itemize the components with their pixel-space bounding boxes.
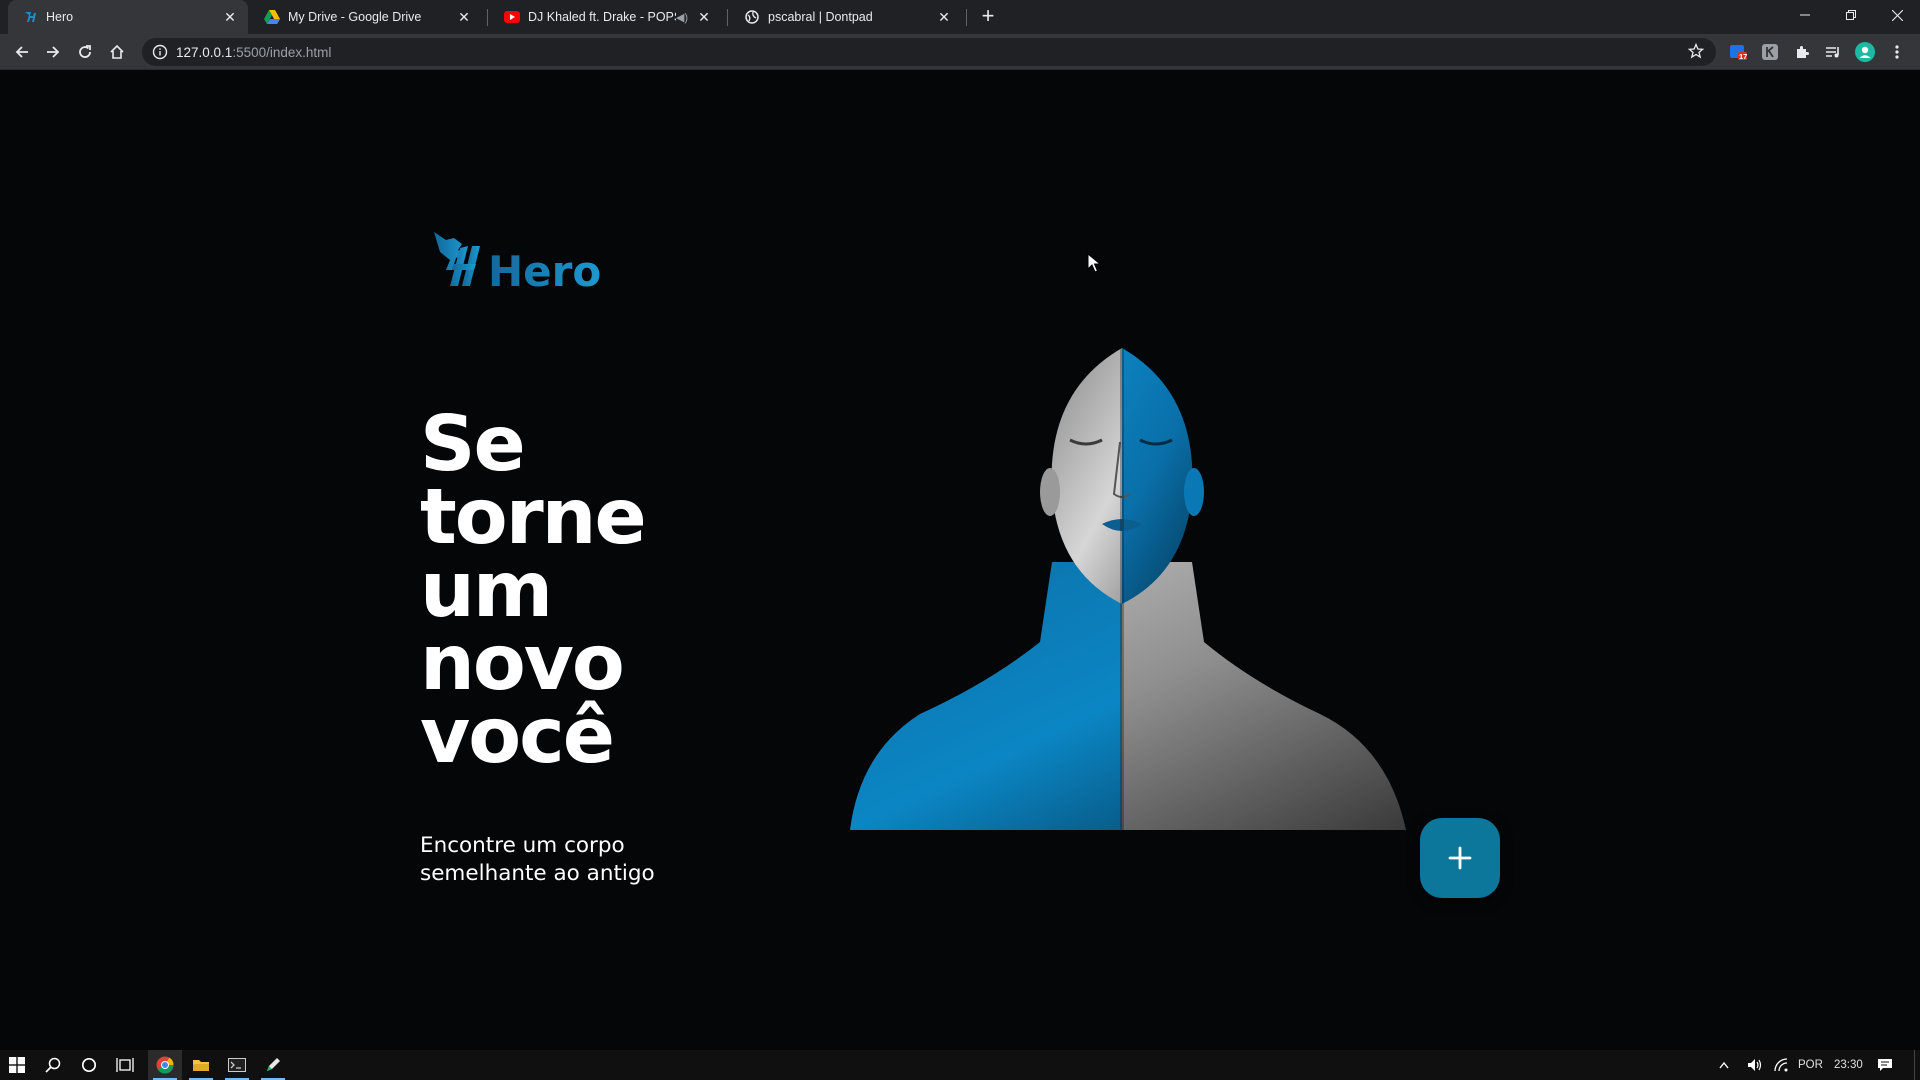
add-button[interactable] [1420,818,1500,898]
extension-calendar-icon[interactable]: 17 [1728,42,1748,62]
restore-button[interactable] [1828,0,1874,30]
folder-icon [193,1060,209,1071]
url-host: 127.0.0.1 [176,44,233,60]
close-window-button[interactable] [1874,0,1920,30]
headline-line: novo [420,619,625,708]
tab-title: DJ Khaled ft. Drake - POPSTA [528,10,676,24]
close-tab-icon[interactable]: ✕ [222,9,238,25]
mouse-cursor-icon [1087,253,1101,273]
new-tab-button[interactable]: + [976,5,1000,29]
media-control-icon[interactable] [1823,42,1843,62]
forward-button[interactable] [41,40,65,64]
subtitle-line: Encontre um corpo [420,833,625,858]
headline-line: você [420,692,615,781]
extension-badge: 17 [1739,52,1748,61]
tab-title: pscabral | Dontpad [768,10,873,24]
taskbar-pen-app[interactable] [256,1050,290,1080]
url-path: :5500/index.html [232,44,332,60]
hero-favicon-icon [22,9,38,25]
action-center-button[interactable] [1870,1050,1900,1080]
task-view-icon [116,1058,134,1072]
bookmark-star-icon[interactable] [1688,43,1704,59]
headline-line: Se [420,400,526,489]
browser-toolbar: 127.0.0.1:5500/index.html 17 [0,34,1920,70]
hero-headline: Se torne um novo você [420,400,720,781]
wifi-icon [1774,1058,1788,1072]
notification-icon [1878,1059,1892,1071]
google-drive-icon [264,9,280,25]
headline-line: um [420,546,553,635]
pen-icon [267,1058,280,1071]
youtube-icon [504,9,520,25]
tab-hero[interactable]: Hero ✕ [8,0,248,34]
show-hidden-icons-button[interactable] [1714,1050,1734,1080]
site-info-icon[interactable] [152,44,168,60]
hero-logo-mark-icon: Hero [434,232,601,296]
volume-button[interactable] [1744,1050,1766,1080]
svg-text:Hero: Hero [488,247,601,296]
address-bar[interactable]: 127.0.0.1:5500/index.html [142,38,1716,66]
input-language[interactable]: POR [1798,1050,1823,1080]
plus-icon [1448,846,1472,870]
tab-separator [966,9,967,26]
clock[interactable]: 23:30 [1834,1050,1863,1080]
browser-menu-icon[interactable] [1887,42,1907,62]
network-button[interactable] [1770,1050,1792,1080]
cortana-button[interactable] [72,1050,106,1080]
task-view-button[interactable] [108,1050,142,1080]
search-button[interactable] [36,1050,70,1080]
search-icon [45,1057,61,1073]
tab-title: My Drive - Google Drive [288,10,422,24]
back-arrow-icon [15,46,28,58]
reload-icon [79,45,91,58]
tab-dontpad[interactable]: pscabral | Dontpad ✕ [730,0,962,34]
back-button[interactable] [10,40,34,64]
tab-google-drive[interactable]: My Drive - Google Drive ✕ [250,0,482,34]
hero-logo[interactable]: Hero [432,230,612,300]
chrome-icon [156,1056,174,1074]
headline-line: torne [420,473,647,562]
tab-title: Hero [46,10,74,24]
forward-arrow-icon [47,46,60,58]
taskbar-terminal[interactable] [220,1050,254,1080]
globe-icon [744,9,760,25]
close-tab-icon[interactable]: ✕ [456,9,472,25]
close-tab-icon[interactable]: ✕ [696,9,712,25]
tab-youtube[interactable]: DJ Khaled ft. Drake - POPSTA ◀) ✕ [490,0,722,34]
reload-button[interactable] [73,40,97,64]
home-button[interactable] [105,40,129,64]
taskbar-chrome[interactable] [148,1050,182,1080]
show-desktop-divider[interactable] [1914,1050,1915,1080]
tab-separator [727,9,728,26]
start-button[interactable] [0,1050,34,1080]
taskbar-file-explorer[interactable] [184,1050,218,1080]
windows-taskbar: POR 23:30 [0,1050,1920,1080]
speaker-icon [1748,1059,1762,1071]
chevron-up-icon [1719,1061,1729,1069]
cortana-ring-icon [81,1057,97,1073]
terminal-icon [228,1058,246,1072]
subtitle-line: semelhante ao antigo [420,861,655,886]
hero-subtitle: Encontre um corpo semelhante ao antigo [420,832,680,888]
minimize-button[interactable] [1782,0,1828,30]
tab-separator [487,9,488,26]
profile-avatar-icon[interactable] [1855,42,1875,62]
windows-logo-icon [9,1057,25,1073]
extension-k-icon[interactable] [1760,42,1780,62]
hero-portrait-image [840,342,1420,830]
extensions-puzzle-icon[interactable] [1792,42,1812,62]
page-viewport: Hero Se torne um novo você Encontre um c… [0,70,1920,1050]
close-tab-icon[interactable]: ✕ [936,9,952,25]
home-icon [110,44,124,59]
tab-audio-icon[interactable]: ◀) [676,11,688,24]
browser-tab-strip: Hero ✕ My Drive - Google Drive ✕ DJ Khal… [0,0,1920,34]
